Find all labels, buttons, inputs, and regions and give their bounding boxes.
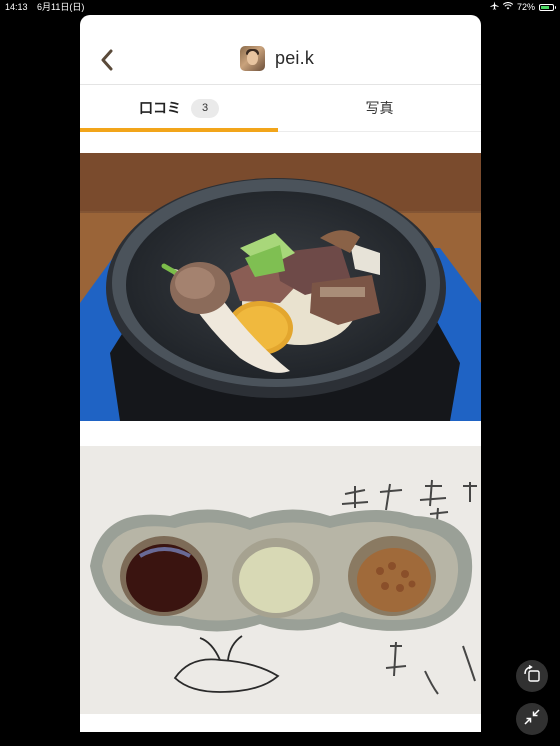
navigation-bar: pei.k	[80, 15, 481, 85]
chevron-left-icon	[100, 49, 114, 71]
status-left: 14:13 6月11日(日)	[5, 0, 84, 14]
shrink-button[interactable]	[516, 703, 548, 735]
rotate-screen-icon	[523, 664, 541, 688]
user-title: pei.k	[240, 46, 314, 71]
tab-photos-label: 写真	[365, 100, 394, 116]
tab-reviews[interactable]: 口コミ 3	[80, 85, 278, 131]
active-tab-indicator	[80, 128, 278, 132]
review-photo-stone-pot[interactable]	[80, 153, 481, 421]
page-title: pei.k	[275, 48, 315, 68]
tab-reviews-label: 口コミ	[139, 100, 181, 116]
tab-photos[interactable]: 写真	[278, 85, 481, 131]
status-right: 72%	[490, 0, 556, 14]
wifi-icon	[502, 0, 514, 14]
status-date: 6月11日(日)	[37, 2, 85, 12]
rotate-screen-button[interactable]	[516, 660, 548, 692]
review-photo-sauce-dish[interactable]	[80, 446, 481, 714]
shrink-arrows-icon	[523, 708, 541, 731]
modal-sheet: pei.k 口コミ 3 写真	[80, 15, 481, 732]
battery-percent: 72%	[516, 2, 535, 12]
avatar	[240, 46, 265, 71]
airplane-icon	[490, 0, 499, 14]
status-time: 14:13	[5, 2, 28, 12]
status-bar: 14:13 6月11日(日) 72%	[0, 0, 560, 14]
back-button[interactable]	[97, 48, 117, 72]
tab-bar: 口コミ 3 写真	[80, 85, 481, 132]
review-count-badge: 3	[191, 98, 219, 118]
battery-icon	[539, 3, 556, 11]
